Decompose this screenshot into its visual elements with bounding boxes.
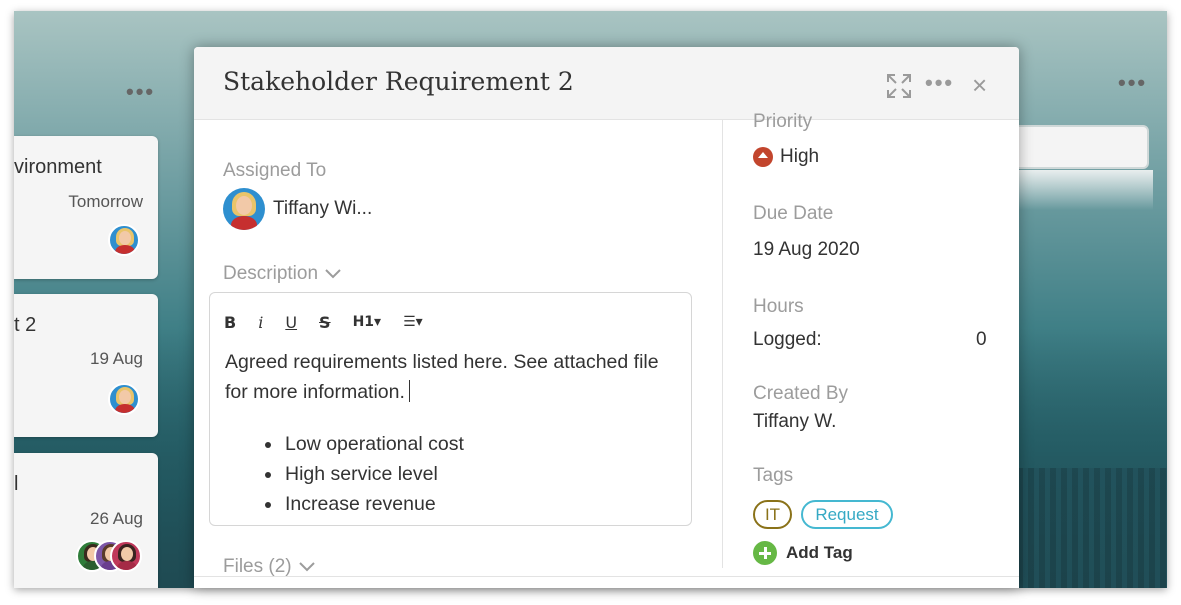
underline-button[interactable]: U bbox=[285, 313, 297, 332]
add-tag-button[interactable]: Add Tag bbox=[753, 541, 853, 565]
modal-footer-divider bbox=[194, 576, 1019, 577]
task-card[interactable]: l 26 Aug bbox=[14, 453, 158, 588]
editor-toolbar: B i U S H1▾ ☰▾ bbox=[224, 311, 445, 333]
add-tag-label: Add Tag bbox=[786, 543, 853, 562]
card-title: vironment bbox=[14, 156, 102, 178]
created-by-value: Tiffany W. bbox=[753, 411, 837, 432]
modal-header: Stakeholder Requirement 2 ••• × bbox=[194, 47, 1019, 120]
text-caret bbox=[408, 380, 410, 402]
bullet-list: Low operational cost High service level … bbox=[225, 429, 464, 519]
logged-value[interactable]: 0 bbox=[976, 329, 987, 351]
list-dropdown[interactable]: ☰▾ bbox=[403, 314, 423, 330]
column-menu-icon[interactable]: ••• bbox=[1118, 72, 1147, 94]
task-card[interactable]: vironment Tomorrow bbox=[14, 136, 158, 279]
avatar bbox=[110, 540, 142, 572]
bold-button[interactable]: B bbox=[224, 313, 236, 332]
heading-dropdown[interactable]: H1▾ bbox=[353, 314, 382, 330]
card-title: t 2 bbox=[14, 314, 37, 336]
avatar[interactable] bbox=[223, 188, 265, 230]
tags-label: Tags bbox=[753, 465, 794, 486]
files-label: Files (2) bbox=[223, 556, 292, 577]
description-editor[interactable]: B i U S H1▾ ☰▾ Agreed requirements liste… bbox=[209, 292, 692, 526]
strikethrough-button[interactable]: S bbox=[319, 313, 331, 332]
column-menu-icon[interactable]: ••• bbox=[126, 81, 155, 103]
board-column-left: ••• vironment Tomorrow t 2 19 Aug l 26 A… bbox=[14, 47, 192, 588]
avatar bbox=[108, 383, 140, 415]
list-item: Low operational cost bbox=[225, 429, 464, 459]
logged-label: Logged: bbox=[753, 329, 822, 350]
description-text: Agreed requirements listed here. See att… bbox=[225, 351, 659, 403]
description-label: Description bbox=[223, 263, 319, 284]
card-due-date: Tomorrow bbox=[68, 192, 143, 211]
chevron-down-icon bbox=[298, 562, 315, 572]
list-item: High service level bbox=[225, 459, 464, 489]
hours-label: Hours bbox=[753, 296, 804, 317]
close-icon[interactable]: × bbox=[972, 72, 987, 98]
italic-button[interactable]: i bbox=[258, 313, 263, 332]
task-detail-modal: Stakeholder Requirement 2 ••• × Assigned… bbox=[194, 47, 1019, 588]
due-date-value[interactable]: 19 Aug 2020 bbox=[753, 239, 860, 261]
more-icon[interactable]: ••• bbox=[925, 70, 954, 96]
cloud-backdrop bbox=[1005, 170, 1153, 210]
task-details-right: Priority High Due Date 19 Aug 2020 Hours… bbox=[723, 111, 1019, 588]
card-title: l bbox=[14, 473, 19, 495]
editor-content[interactable]: Agreed requirements listed here. See att… bbox=[225, 347, 685, 407]
expand-icon[interactable] bbox=[886, 73, 912, 99]
list-item: Increase revenue bbox=[225, 489, 464, 519]
files-toggle[interactable]: Files (2) bbox=[223, 556, 316, 578]
description-toggle[interactable]: Description bbox=[223, 263, 342, 285]
assignee-name[interactable]: Tiffany Wi... bbox=[273, 198, 372, 220]
priority-label: Priority bbox=[753, 111, 813, 132]
card-due-date: 19 Aug bbox=[90, 349, 143, 368]
tag-request[interactable]: Request bbox=[801, 500, 893, 529]
add-card-input[interactable] bbox=[1005, 125, 1149, 169]
priority-high-icon bbox=[753, 147, 773, 167]
card-due-date: 26 Aug bbox=[90, 509, 143, 528]
assigned-to-label: Assigned To bbox=[223, 160, 327, 181]
plus-circle-icon bbox=[753, 541, 777, 565]
tag-it[interactable]: IT bbox=[753, 500, 792, 529]
avatar bbox=[108, 224, 140, 256]
priority-value[interactable]: High bbox=[780, 146, 819, 168]
task-details-left: Assigned To Tiffany Wi... Description B … bbox=[194, 120, 722, 588]
page-title: Stakeholder Requirement 2 bbox=[223, 67, 574, 96]
due-date-label: Due Date bbox=[753, 203, 834, 224]
created-by-label: Created By bbox=[753, 383, 849, 404]
chevron-down-icon bbox=[325, 269, 341, 279]
task-card[interactable]: t 2 19 Aug bbox=[14, 294, 158, 437]
